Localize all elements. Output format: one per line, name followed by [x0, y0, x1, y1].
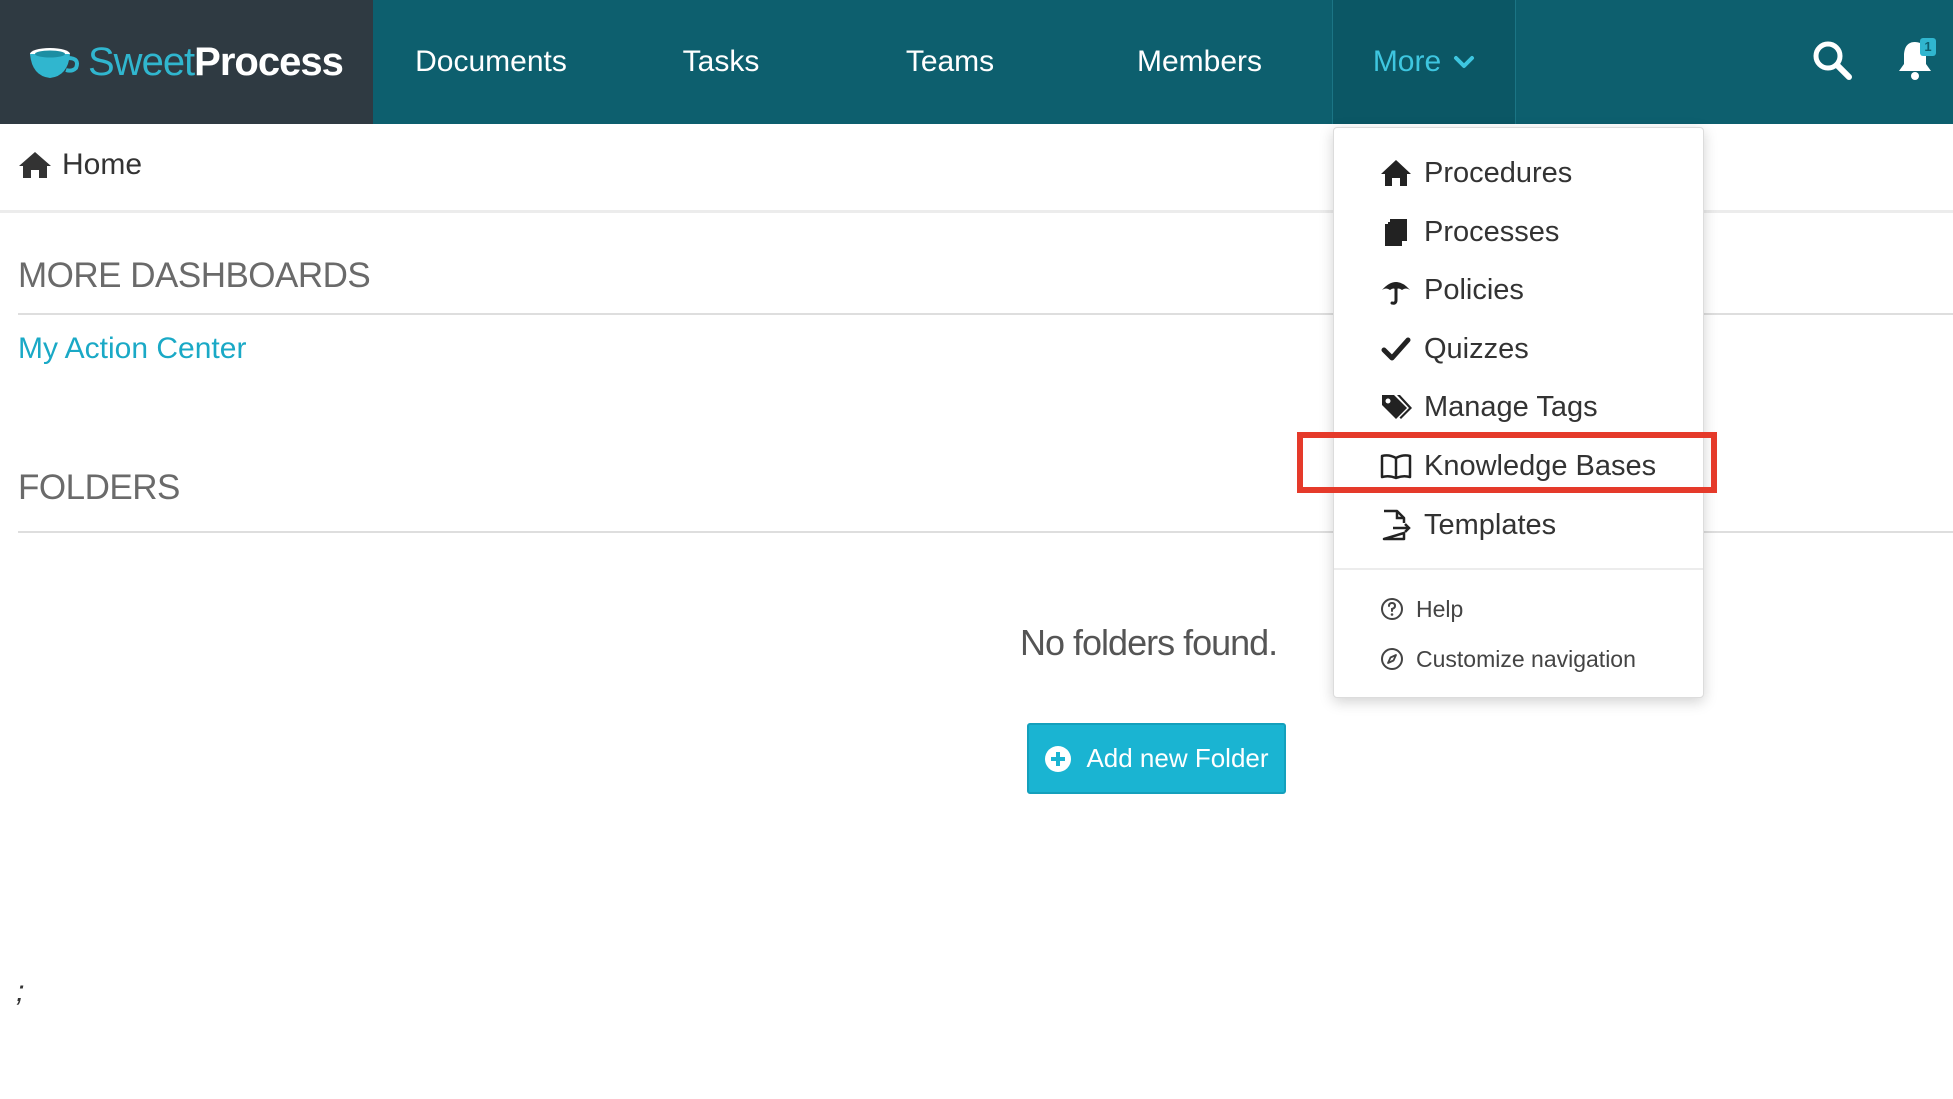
- menu-item-label: Procedures: [1424, 156, 1573, 189]
- menu-item-label: Manage Tags: [1424, 390, 1598, 423]
- plus-circle-icon: [1045, 745, 1072, 772]
- menu-item-manage-tags[interactable]: Manage Tags: [1334, 379, 1703, 435]
- menu-item-knowledge-bases[interactable]: Knowledge Bases: [1334, 438, 1703, 494]
- chevron-down-icon: [1454, 56, 1475, 68]
- compass-icon: [1381, 648, 1403, 670]
- menu-item-label: Quizzes: [1424, 332, 1529, 365]
- menu-item-quizzes[interactable]: Quizzes: [1334, 321, 1703, 377]
- empty-folders-message: No folders found.: [1020, 622, 1278, 663]
- menu-item-label: Processes: [1424, 215, 1560, 248]
- breadcrumb-home-label: Home: [62, 148, 143, 181]
- folders-heading: FOLDERS: [18, 468, 180, 507]
- add-new-folder-label: Add new Folder: [1086, 743, 1269, 773]
- menu-item-customize-navigation[interactable]: Customize navigation: [1334, 638, 1703, 680]
- brand-name: SweetProcess: [88, 39, 344, 85]
- menu-item-customize-label: Customize navigation: [1416, 645, 1636, 672]
- stray-text: ;: [16, 975, 25, 1008]
- menu-item-processes[interactable]: Processes: [1334, 204, 1703, 260]
- tags-icon: [1382, 395, 1412, 419]
- menu-item-label: Templates: [1424, 508, 1557, 541]
- brand-name-sweet: Sweet: [88, 39, 195, 84]
- search-icon[interactable]: [1810, 38, 1854, 82]
- check-icon: [1381, 337, 1411, 361]
- home-icon: [1381, 160, 1411, 186]
- menu-item-procedures[interactable]: Procedures: [1334, 145, 1703, 201]
- more-dropdown-menu: Procedures Processes Policies Quizzes Ma…: [1333, 127, 1704, 698]
- notification-count-badge: 1: [1920, 38, 1936, 56]
- my-action-center-link[interactable]: My Action Center: [18, 332, 246, 366]
- top-navigation-bar: SweetProcess Documents Tasks Teams Membe…: [0, 0, 1953, 124]
- nav-documents[interactable]: Documents: [373, 0, 609, 124]
- question-circle-icon: [1381, 598, 1403, 620]
- nav-more-dropdown[interactable]: More: [1332, 0, 1516, 124]
- menu-item-label: Knowledge Bases: [1424, 449, 1657, 482]
- menu-item-help[interactable]: Help: [1334, 588, 1703, 630]
- book-icon: [1380, 454, 1412, 480]
- menu-divider: [1334, 568, 1703, 570]
- menu-item-policies[interactable]: Policies: [1334, 262, 1703, 318]
- add-new-folder-button[interactable]: Add new Folder: [1027, 723, 1286, 794]
- nav-teams[interactable]: Teams: [833, 0, 1067, 124]
- home-icon: [19, 152, 51, 178]
- nav-tasks[interactable]: Tasks: [609, 0, 833, 124]
- more-dashboards-heading: MORE DASHBOARDS: [18, 256, 371, 295]
- nav-members[interactable]: Members: [1067, 0, 1332, 124]
- breadcrumb-home[interactable]: Home: [18, 148, 142, 182]
- documents-icon: [1385, 219, 1407, 246]
- menu-item-label: Policies: [1424, 273, 1524, 306]
- brand-logo[interactable]: SweetProcess: [0, 0, 373, 124]
- menu-item-help-label: Help: [1416, 595, 1464, 622]
- umbrella-icon: [1382, 282, 1410, 305]
- menu-item-templates[interactable]: Templates: [1334, 497, 1703, 553]
- nav-more-label: More: [1372, 45, 1442, 78]
- brand-name-process: Process: [194, 39, 344, 84]
- coffee-cup-icon: [30, 48, 79, 78]
- file-export-icon: [1382, 509, 1411, 541]
